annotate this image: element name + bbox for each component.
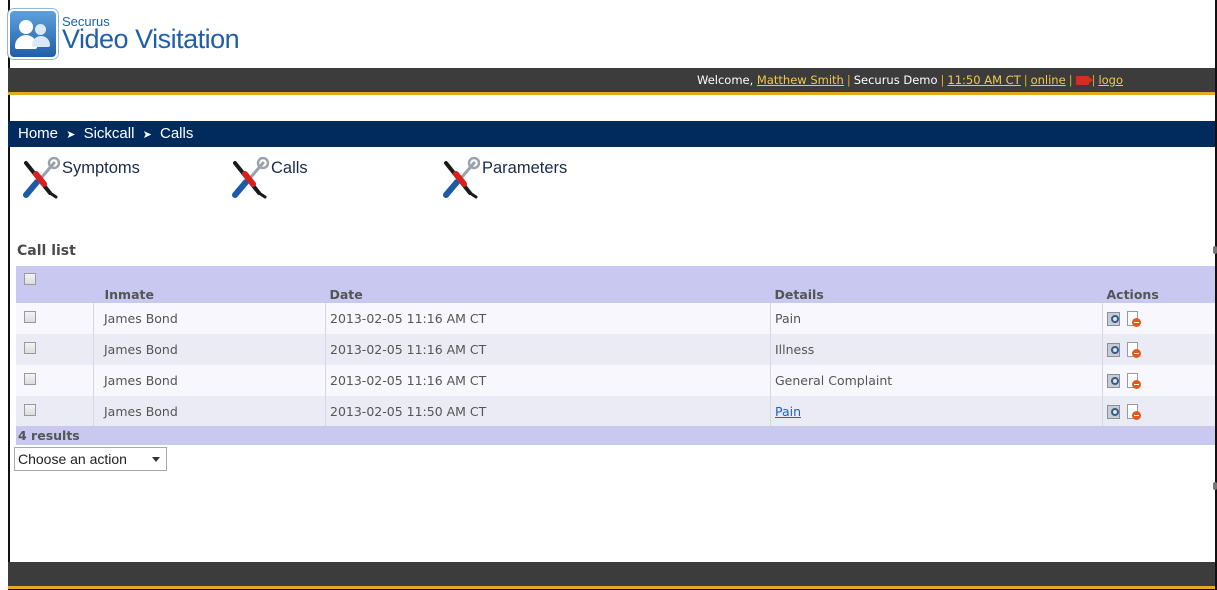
user-name-link[interactable]: Matthew Smith (757, 73, 844, 87)
table-row: James Bond 2013-02-05 11:16 AM CT Pain (16, 303, 1215, 334)
chevron-down-icon (152, 457, 160, 462)
module-symptoms[interactable]: Symptoms (20, 157, 140, 199)
view-icon[interactable] (1107, 311, 1122, 326)
module-label: Symptoms (62, 159, 140, 177)
footer-bar (8, 562, 1215, 589)
inmate-cell: James Bond (93, 396, 326, 427)
column-header-actions: Actions (1102, 266, 1215, 303)
breadcrumb-calls: Calls (160, 125, 194, 142)
top-bar: Welcome, Matthew Smith | Securus Demo | 11:5… (8, 68, 1215, 95)
delete-icon[interactable] (1126, 341, 1141, 358)
call-list-title: Call list (17, 243, 76, 259)
call-list-table: Inmate Date Details Actions James Bond 2… (16, 266, 1215, 427)
row-checkbox[interactable] (24, 404, 36, 416)
module-calls[interactable]: Calls (229, 157, 308, 199)
module-label: Parameters (482, 159, 568, 177)
inmate-cell: James Bond (93, 303, 326, 334)
breadcrumb-separator-icon: ➤ (142, 129, 152, 141)
details-cell: Illness (770, 334, 1103, 365)
results-count: 4 results (16, 426, 1215, 445)
view-icon[interactable] (1107, 404, 1122, 419)
facility-name: Securus Demo (853, 73, 938, 87)
table-row: James Bond 2013-02-05 11:50 AM CT Pain (16, 396, 1215, 427)
bulk-action-select[interactable]: Choose an action (14, 447, 167, 471)
delete-icon[interactable] (1126, 403, 1141, 420)
details-cell: General Complaint (770, 365, 1103, 396)
table-row: James Bond 2013-02-05 11:16 AM CT Genera… (16, 365, 1215, 396)
tools-icon (23, 157, 60, 199)
column-header-inmate[interactable]: Inmate (93, 266, 326, 303)
inmate-cell: James Bond (93, 365, 326, 396)
view-icon[interactable] (1107, 342, 1122, 357)
clock-link[interactable]: 11:50 AM CT (947, 73, 1020, 87)
logout-link[interactable]: logo (1098, 73, 1123, 87)
video-camera-icon[interactable] (1075, 76, 1093, 85)
date-cell: 2013-02-05 11:16 AM CT (325, 334, 771, 365)
actions-cell (1102, 303, 1215, 334)
column-header-details[interactable]: Details (770, 266, 1103, 303)
actions-cell (1102, 365, 1215, 396)
module-label: Calls (271, 159, 308, 177)
tools-icon (443, 157, 480, 199)
logo-title: Video Visitation (62, 24, 240, 54)
row-checkbox[interactable] (24, 311, 36, 323)
column-header-date[interactable]: Date (325, 266, 771, 303)
details-cell: Pain (770, 303, 1103, 334)
breadcrumb-sickcall[interactable]: Sickcall (84, 125, 135, 142)
tools-icon (232, 157, 269, 199)
app-logo[interactable]: Securus Video Visitation (8, 4, 240, 64)
bulk-action-value: Choose an action (18, 451, 127, 467)
row-checkbox[interactable] (24, 342, 36, 354)
date-cell: 2013-02-05 11:16 AM CT (325, 303, 771, 334)
table-row: James Bond 2013-02-05 11:16 AM CT Illnes… (16, 334, 1215, 365)
welcome-text: Welcome, (697, 73, 757, 87)
breadcrumb-home[interactable]: Home (18, 125, 58, 142)
date-cell: 2013-02-05 11:50 AM CT (325, 396, 771, 427)
details-cell: Pain (770, 396, 1103, 427)
module-parameters[interactable]: Parameters (440, 157, 567, 199)
actions-cell (1102, 334, 1215, 365)
delete-icon[interactable] (1126, 310, 1141, 327)
edge-marker (1213, 246, 1217, 254)
inmate-cell: James Bond (93, 334, 326, 365)
edge-marker (1213, 482, 1217, 490)
delete-icon[interactable] (1126, 372, 1141, 389)
details-link[interactable]: Pain (775, 404, 801, 419)
view-icon[interactable] (1107, 373, 1122, 388)
breadcrumb-separator-icon: ➤ (66, 129, 76, 141)
select-all-checkbox[interactable] (24, 273, 36, 285)
actions-cell (1102, 396, 1215, 427)
row-checkbox[interactable] (24, 373, 36, 385)
date-cell: 2013-02-05 11:16 AM CT (325, 365, 771, 396)
select-all-cell (16, 266, 94, 303)
people-icon (8, 9, 58, 59)
breadcrumb: Home ➤ Sickcall ➤ Calls (8, 121, 1215, 147)
status-link[interactable]: online (1031, 73, 1066, 87)
